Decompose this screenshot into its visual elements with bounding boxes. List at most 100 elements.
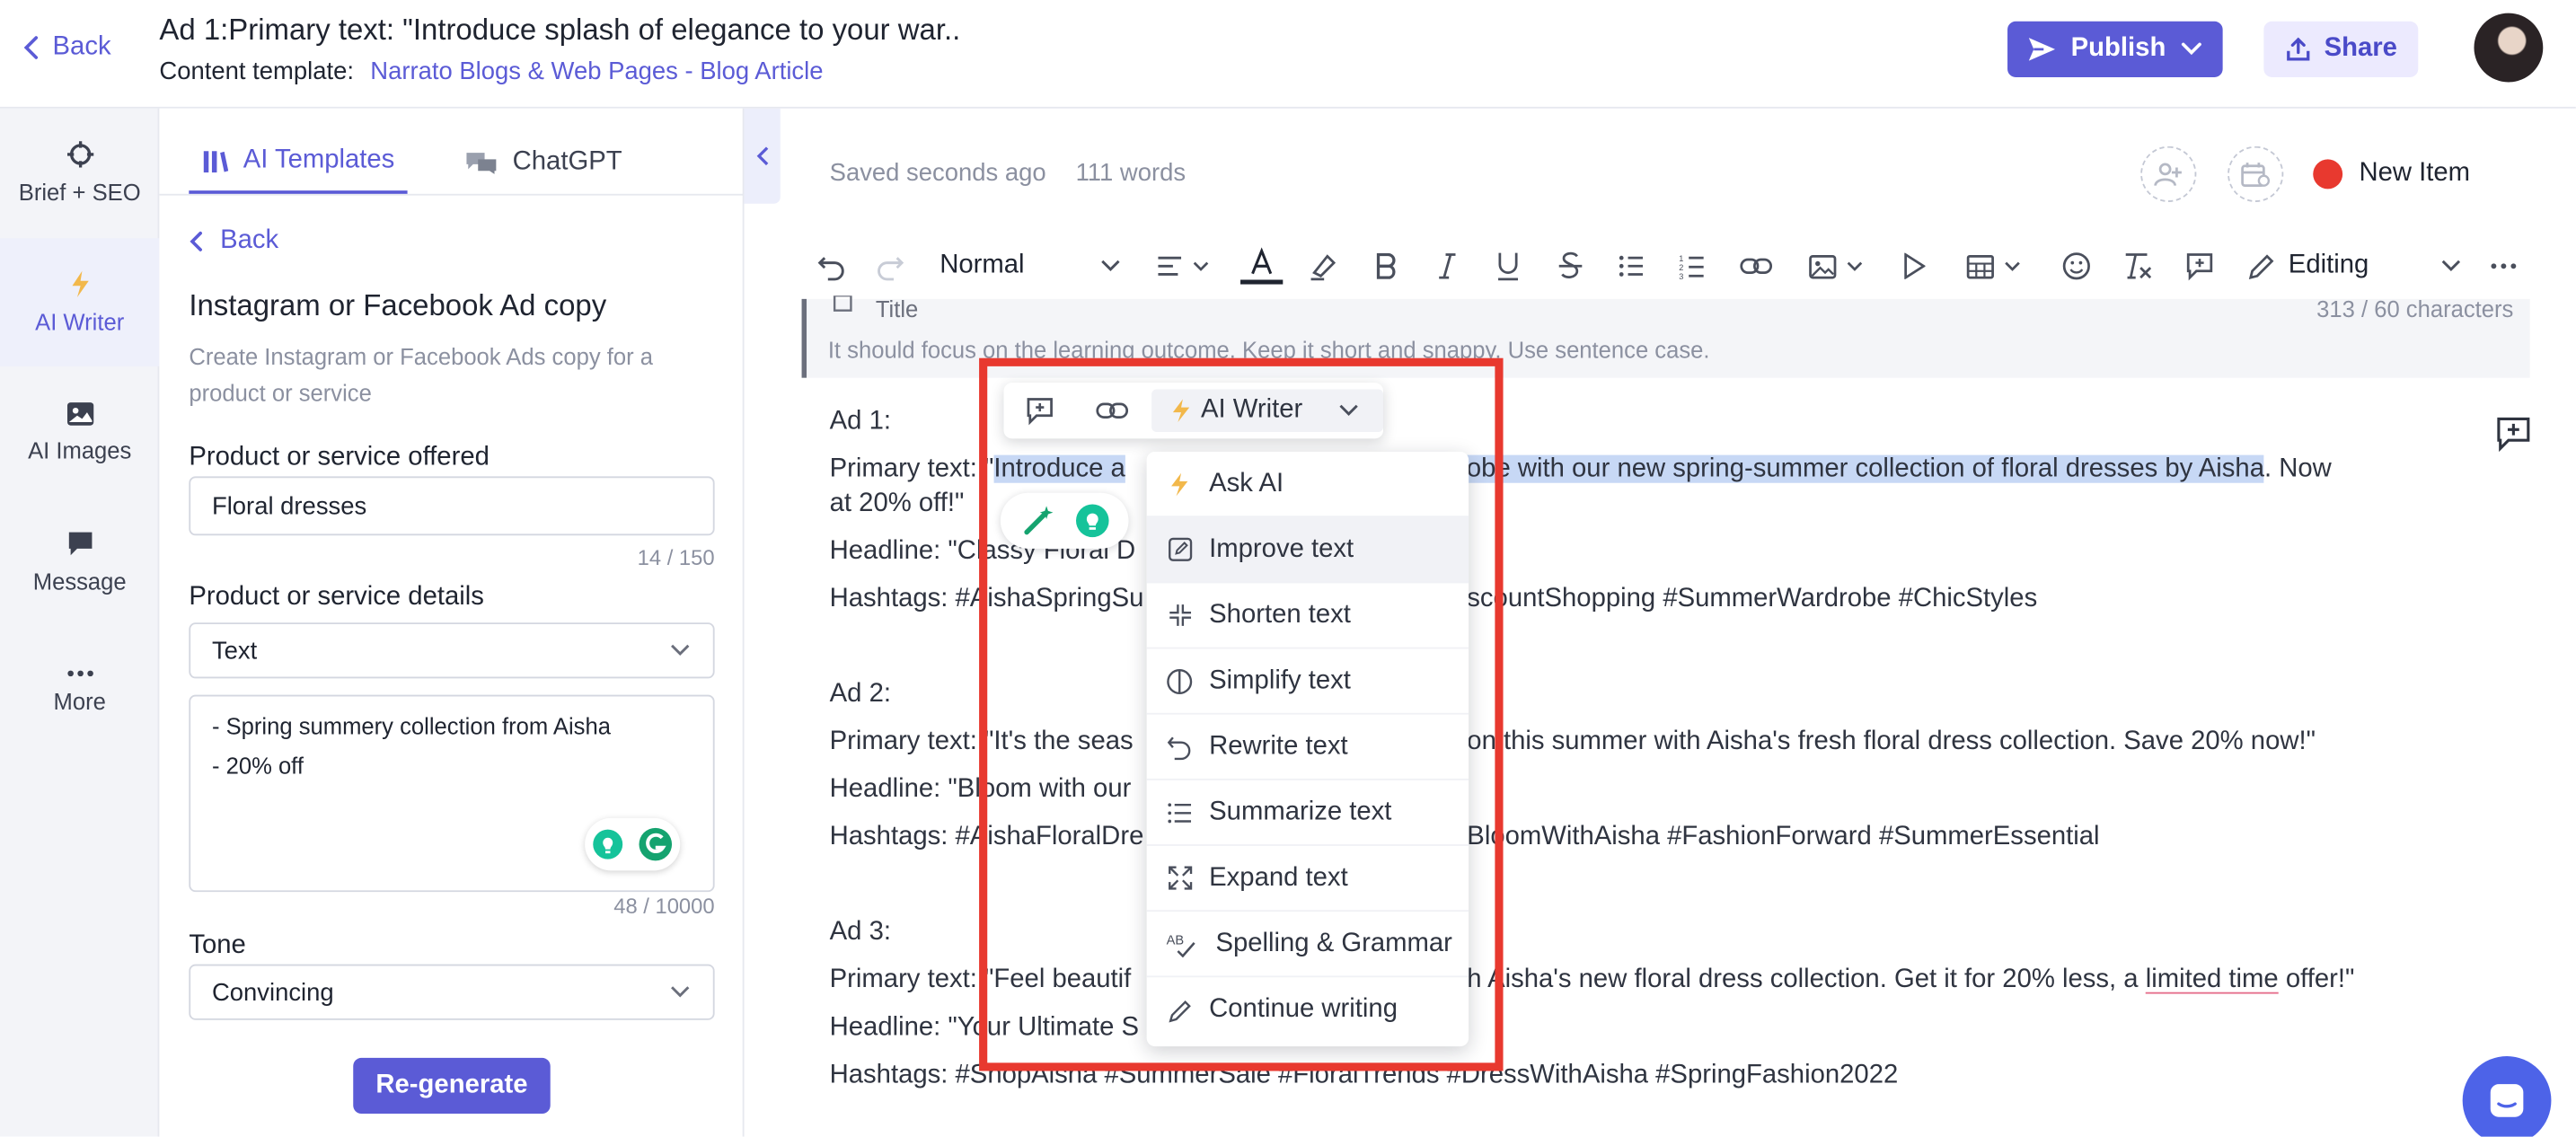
- menu-item-label: Spelling & Grammar: [1215, 929, 1452, 957]
- highlight-icon[interactable]: [1308, 246, 1341, 286]
- undo-icon[interactable]: [815, 246, 848, 286]
- comment-icon[interactable]: [1017, 383, 1063, 438]
- clear-format-icon[interactable]: [2121, 246, 2154, 286]
- share-button[interactable]: Share: [2263, 21, 2419, 77]
- chevron-down-icon[interactable]: [1332, 383, 1365, 438]
- content-template-link[interactable]: Narrato Blogs & Web Pages - Blog Article: [370, 57, 823, 85]
- menu-item-ask-ai[interactable]: Ask AI: [1146, 452, 1469, 518]
- svg-text:AB: AB: [1167, 933, 1185, 948]
- strikethrough-icon[interactable]: [1554, 246, 1587, 286]
- rail-item-ai-writer[interactable]: AI Writer: [0, 238, 160, 366]
- chevron-down-icon[interactable]: [2438, 246, 2464, 286]
- text-span: . Now: [2263, 454, 2332, 483]
- support-chat-button[interactable]: [2462, 1056, 2552, 1137]
- shrink-icon: [1167, 602, 1193, 628]
- regenerate-button[interactable]: Re-generate: [353, 1057, 551, 1115]
- numbered-list-icon[interactable]: 123: [1676, 246, 1709, 286]
- panel-back-link[interactable]: Back: [189, 226, 278, 256]
- play-icon[interactable]: [1897, 246, 1930, 286]
- publish-button[interactable]: Publish: [2007, 21, 2223, 77]
- ad-primary-text-continued: on this summer with Aisha's fresh floral…: [1467, 727, 2316, 756]
- template-title: Instagram or Facebook Ad copy: [189, 288, 607, 322]
- details-line: - Spring summery collection from Aisha: [211, 712, 611, 740]
- rail-item-message[interactable]: Message: [0, 498, 159, 626]
- rail-label: Brief + SEO: [18, 179, 141, 206]
- rail-item-more[interactable]: More: [0, 628, 159, 756]
- assign-user-button[interactable]: [2140, 145, 2197, 202]
- rail-label: More: [53, 688, 106, 715]
- grammarly-inline-widget[interactable]: [1000, 492, 1129, 549]
- menu-item-expand-text[interactable]: Expand text: [1146, 846, 1469, 912]
- menu-item-simplify-text[interactable]: Simplify text: [1146, 648, 1469, 715]
- add-comment-icon[interactable]: [2183, 246, 2217, 286]
- tab-chatgpt[interactable]: ChatGPT: [465, 131, 622, 194]
- details-textarea[interactable]: - Spring summery collection from Aisha -…: [189, 694, 715, 893]
- content-template-line: Content template: Narrato Blogs & Web Pa…: [159, 57, 823, 85]
- undo-arrow-icon: [1167, 734, 1193, 760]
- menu-item-shorten-text[interactable]: Shorten text: [1146, 583, 1469, 649]
- underline-icon[interactable]: [1492, 246, 1525, 286]
- link-icon[interactable]: [1738, 246, 1774, 286]
- ai-writer-dropdown[interactable]: AI Writer: [1171, 383, 1302, 438]
- user-avatar[interactable]: [2474, 13, 2544, 83]
- grammarly-icon: [638, 826, 674, 862]
- message-icon: [65, 529, 94, 559]
- redo-icon[interactable]: [874, 246, 907, 286]
- more-dots-icon: [65, 668, 94, 678]
- spelling-flag[interactable]: limited time: [2146, 965, 2279, 993]
- save-status: Saved seconds ago 111 words: [830, 159, 1186, 187]
- more-options-icon[interactable]: [2487, 246, 2520, 286]
- svg-text:1: 1: [1679, 254, 1683, 263]
- chat-icon: [2487, 1080, 2527, 1120]
- product-input[interactable]: Floral dresses: [189, 476, 715, 536]
- rail-item-ai-images[interactable]: AI Images: [0, 368, 159, 497]
- menu-item-rewrite-text[interactable]: Rewrite text: [1146, 715, 1469, 780]
- italic-icon[interactable]: [1431, 246, 1464, 286]
- workflow-status[interactable]: New Item: [2313, 159, 2470, 190]
- ad-hashtags: Hashtags: #AishaSpringSu: [829, 585, 1144, 613]
- left-rail: Brief + SEO AI Writer AI Images Message …: [0, 108, 160, 1137]
- lightning-icon: [1167, 471, 1193, 497]
- chevron-down-icon: [670, 985, 690, 999]
- tab-ai-templates[interactable]: AI Templates: [189, 131, 408, 194]
- editing-mode-select[interactable]: Editing: [2247, 246, 2457, 286]
- ad-primary-text-wrap: at 20% off!": [829, 489, 965, 518]
- tone-select[interactable]: Convincing: [189, 964, 715, 1020]
- schedule-button[interactable]: [2228, 145, 2284, 202]
- tone-value: Convincing: [211, 978, 334, 1007]
- crosshair-icon: [65, 139, 94, 169]
- rail-label: Message: [32, 568, 127, 595]
- details-counter: 48 / 10000: [613, 893, 715, 919]
- back-link[interactable]: Back: [23, 33, 111, 63]
- text-color-icon[interactable]: [1237, 246, 1286, 286]
- text-span: offer!": [2278, 965, 2355, 994]
- share-label: Share: [2324, 34, 2397, 63]
- image-icon: [1808, 254, 1836, 278]
- text-span: Primary text: ": [829, 454, 994, 483]
- text-span: h Aisha's new floral dress collection. G…: [1467, 965, 2146, 994]
- chevron-down-icon: [1846, 260, 1862, 272]
- bullet-list-icon[interactable]: [1615, 246, 1648, 286]
- align-dropdown[interactable]: [1150, 246, 1215, 286]
- menu-item-continue-writing[interactable]: Continue writing: [1147, 977, 1469, 1043]
- add-comment-icon[interactable]: [2493, 414, 2533, 454]
- publish-label: Publish: [2070, 34, 2166, 63]
- block-format-select[interactable]: Normal: [940, 246, 1120, 286]
- image-dropdown[interactable]: [1801, 246, 1870, 286]
- link-icon[interactable]: [1090, 383, 1135, 438]
- menu-item-label: Simplify text: [1209, 665, 1351, 694]
- table-dropdown[interactable]: [1960, 246, 2025, 286]
- panel-tabs: AI Templates ChatGPT: [159, 109, 745, 196]
- menu-item-summarize-text[interactable]: Summarize text: [1146, 780, 1469, 846]
- menu-item-label: Ask AI: [1209, 469, 1284, 498]
- rail-label: AI Images: [28, 436, 132, 463]
- emoji-icon[interactable]: [2060, 246, 2094, 286]
- bold-icon[interactable]: [1370, 246, 1403, 286]
- collapse-panel-button[interactable]: [744, 108, 781, 204]
- rail-item-brief-seo[interactable]: Brief + SEO: [0, 109, 159, 237]
- menu-item-spelling-grammar[interactable]: AB Spelling & Grammar: [1146, 912, 1469, 978]
- menu-item-improve-text[interactable]: Improve text: [1146, 517, 1469, 584]
- grammarly-widget[interactable]: [585, 817, 681, 871]
- ad-primary-text: Primary text: "It's the seas: [829, 727, 1134, 756]
- details-type-select[interactable]: Text: [189, 622, 715, 679]
